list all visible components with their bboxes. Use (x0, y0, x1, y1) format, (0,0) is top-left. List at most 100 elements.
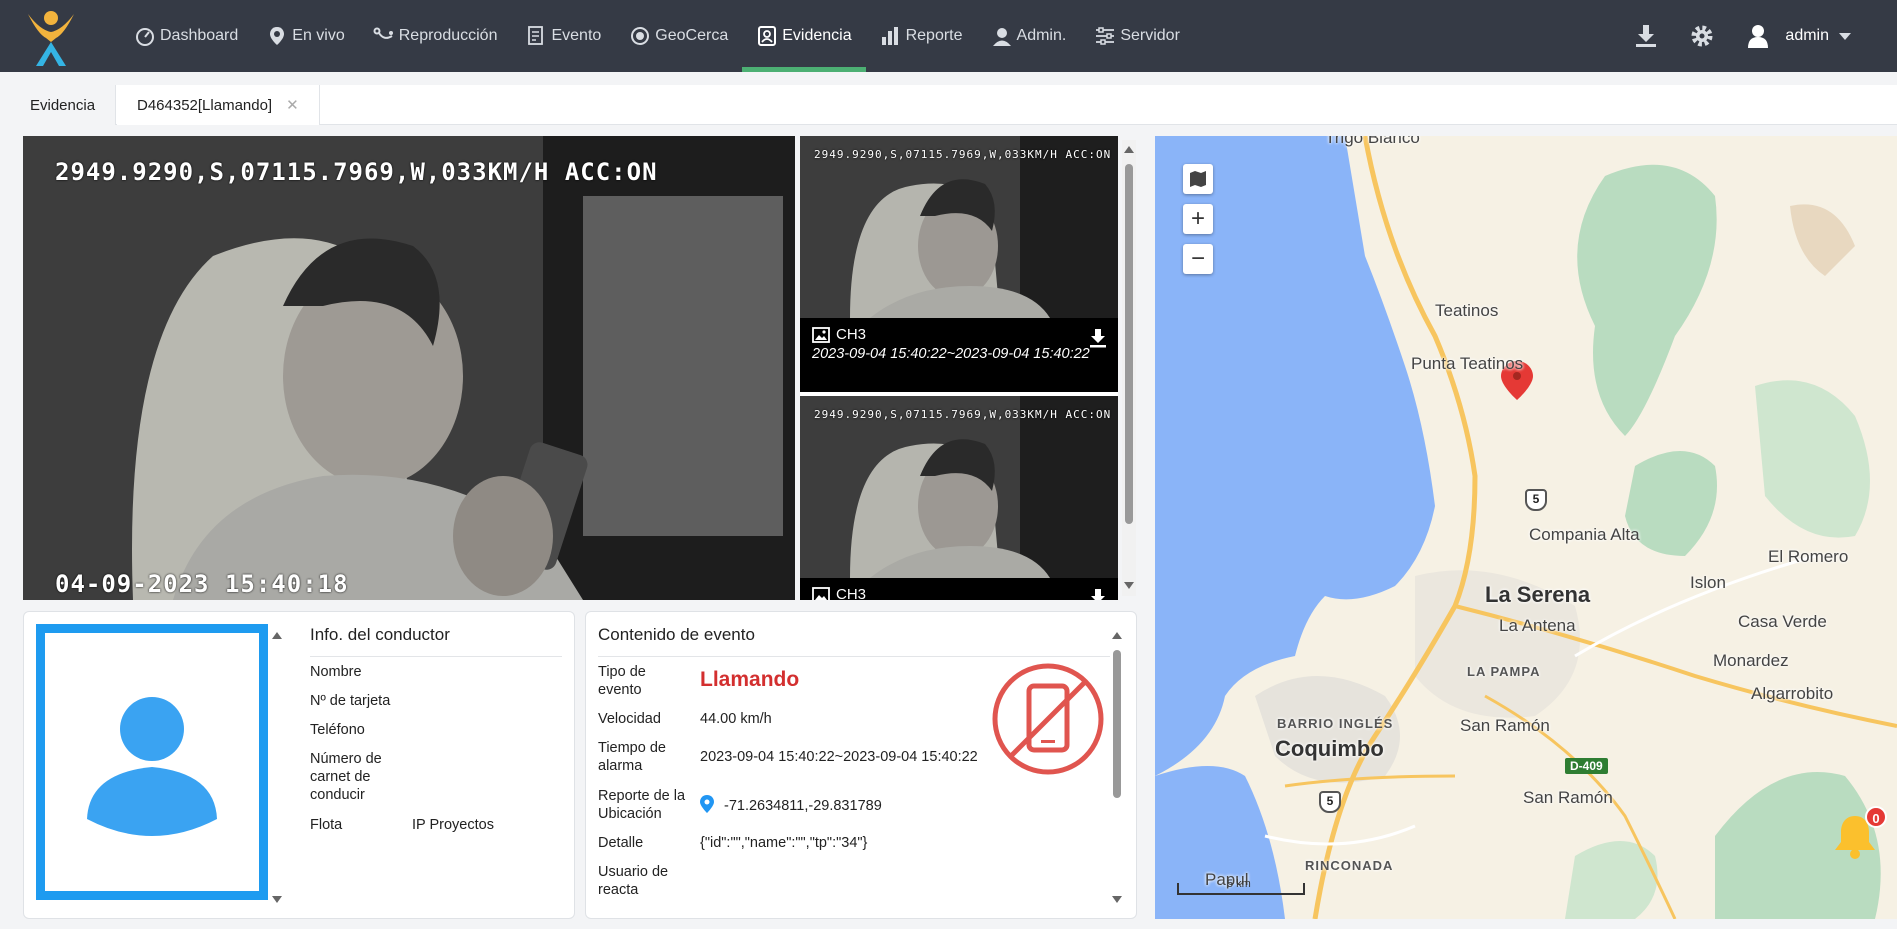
nav-dashboard[interactable]: Dashboard (120, 0, 252, 72)
thumbnail-caption: CH3 2023-09-04 15:40:22~2023-09-04 15:40… (800, 318, 1118, 392)
evidence-icon (758, 26, 777, 46)
divider (310, 656, 562, 657)
thumbnail-caption: CH3 (800, 578, 1118, 600)
map-label: La Antena (1499, 616, 1576, 635)
event-panel-title: Contenido de evento (598, 625, 755, 644)
thumbnail-channel: CH3 (836, 326, 867, 343)
location-pin-icon (700, 795, 714, 813)
reaction-user-label: Usuario de reacta (598, 864, 669, 898)
nav-geocerca[interactable]: GeoCerca (615, 0, 742, 72)
event-scrollbar[interactable] (1110, 626, 1124, 908)
map-label: Teatinos (1435, 301, 1499, 320)
nav-label: GeoCerca (655, 27, 729, 44)
map-label: Algarrobito (1751, 684, 1834, 703)
tab-label: D464352[Llamando] (137, 96, 273, 114)
map-label: Trigo Blanco (1325, 136, 1420, 147)
image-icon (812, 586, 830, 600)
field-label-telefono: Teléfono (310, 722, 365, 738)
thumbnail-overlay: 2949.9290,S,07115.7969,W,033KM/H ACC:ON (814, 408, 1112, 421)
field-label-nombre: Nombre (310, 664, 362, 680)
download-icon[interactable] (1088, 328, 1108, 348)
map-label: Casa Verde (1738, 612, 1827, 631)
video-frame (23, 136, 795, 600)
thumbnail-overlay: 2949.9290,S,07115.7969,W,033KM/H ACC:ON (814, 148, 1112, 161)
route-5-shield: 5 (1319, 791, 1341, 813)
user-name[interactable]: admin (1785, 27, 1829, 45)
gear-icon[interactable] (1689, 23, 1715, 49)
tab-event-detail[interactable]: D464352[Llamando] ✕ (117, 85, 320, 125)
nav-evidencia[interactable]: Evidencia (742, 0, 866, 72)
nav-servidor[interactable]: Servidor (1080, 0, 1194, 72)
sliders-icon (1096, 27, 1115, 45)
nav-reproduccion[interactable]: Reproducción (359, 0, 512, 72)
field-label-carnet: Número de carnet de conducir (310, 751, 382, 803)
download-icon[interactable] (1633, 23, 1659, 49)
zoom-out-button[interactable]: − (1183, 244, 1213, 274)
location-pin-icon (270, 27, 285, 45)
top-navbar: Dashboard En vivo Reproducción Evento Ge… (0, 0, 1897, 72)
nav-label: En vivo (292, 27, 345, 44)
map-label: Punta Teatinos (1411, 354, 1524, 373)
close-icon[interactable]: ✕ (286, 96, 299, 114)
map-label: La Serena (1485, 582, 1591, 607)
scroll-up-arrow-icon[interactable] (272, 632, 282, 639)
map-label: Monardez (1713, 651, 1789, 670)
user-menu-chevron-down-icon[interactable] (1839, 32, 1851, 40)
scroll-up-arrow-icon[interactable] (1124, 146, 1134, 153)
user-avatar-icon[interactable] (1745, 23, 1771, 49)
nav-admin[interactable]: Admin. (977, 0, 1081, 72)
nav-label: Reproducción (398, 27, 498, 44)
nav-label: Admin. (1016, 27, 1067, 44)
thumbnail-item[interactable]: 2949.9290,S,07115.7969,W,033KM/H ACC:ON … (800, 396, 1118, 600)
driver-avatar (36, 624, 268, 900)
alarm-count-badge: 0 (1865, 806, 1887, 828)
driver-panel-title: Info. del conductor (310, 625, 450, 644)
thumbnail-scrollbar[interactable] (1122, 140, 1136, 596)
tab-bar: Evidencia D464352[Llamando] ✕ (10, 85, 1897, 125)
thumbnail-channel: CH3 (836, 586, 867, 600)
thumbnail-time: 2023-09-04 15:40:22~2023-09-04 15:40:22 (812, 346, 1090, 362)
event-list-icon (528, 26, 544, 45)
app-logo[interactable] (26, 8, 76, 66)
detail-label: Detalle (598, 835, 644, 851)
nav-evento[interactable]: Evento (511, 0, 615, 72)
map-label: RINCONADA (1305, 858, 1394, 873)
speed-value: 44.00 km/h (700, 711, 772, 727)
map-label: San Ramón (1460, 716, 1550, 735)
no-phone-icon (992, 663, 1104, 775)
thumbnail-item[interactable]: 2949.9290,S,07115.7969,W,033KM/H ACC:ON … (800, 136, 1118, 392)
speed-label: Velocidad (598, 711, 661, 727)
geofence-icon (631, 27, 650, 45)
map-label: El Romero (1768, 547, 1849, 566)
thumbnail-image: 2949.9290,S,07115.7969,W,033KM/H ACC:ON (800, 136, 1118, 318)
location-value[interactable]: -71.2634811,-29.831789 (724, 797, 882, 815)
route-5-shield: 5 (1525, 489, 1547, 511)
driver-scrollbar[interactable] (270, 626, 284, 908)
map-scale-label: 5 km (1227, 878, 1251, 890)
nav-reporte[interactable]: Reporte (866, 0, 977, 72)
nav-en-vivo[interactable]: En vivo (252, 0, 358, 72)
download-icon[interactable] (1088, 588, 1108, 600)
map-view[interactable]: + − Trigo Blanco Teatinos Punta Teatinos… (1155, 136, 1897, 919)
zoom-in-button[interactable]: + (1183, 204, 1213, 234)
field-label-flota: Flota (310, 817, 343, 833)
scroll-thumb[interactable] (1113, 650, 1121, 798)
location-label: Reporte de la Ubicación (598, 788, 686, 822)
main-video-player[interactable]: 2949.9290,S,07115.7969,W,033KM/H ACC:ON … (23, 136, 795, 600)
scroll-down-arrow-icon[interactable] (1112, 896, 1122, 903)
event-type-label: Tipo de evento (598, 664, 646, 698)
map-label: Islon (1690, 573, 1726, 592)
scroll-thumb[interactable] (1125, 164, 1133, 524)
map-layers-icon[interactable] (1183, 164, 1213, 194)
scroll-up-arrow-icon[interactable] (1112, 632, 1122, 639)
scroll-down-arrow-icon[interactable] (272, 896, 282, 903)
top-right-actions: admin (1633, 0, 1897, 72)
map-label: BARRIO INGLÉS (1277, 716, 1394, 731)
alarm-time-value: 2023-09-04 15:40:22~2023-09-04 15:40:22 (700, 749, 978, 765)
tab-evidencia[interactable]: Evidencia (10, 85, 117, 125)
map-label: Compania Alta (1529, 525, 1640, 544)
main-nav: Dashboard En vivo Reproducción Evento Ge… (120, 0, 1194, 72)
route-d409-badge: D-409 (1565, 758, 1608, 774)
scroll-down-arrow-icon[interactable] (1124, 582, 1134, 589)
map-label: Coquimbo (1275, 736, 1384, 761)
